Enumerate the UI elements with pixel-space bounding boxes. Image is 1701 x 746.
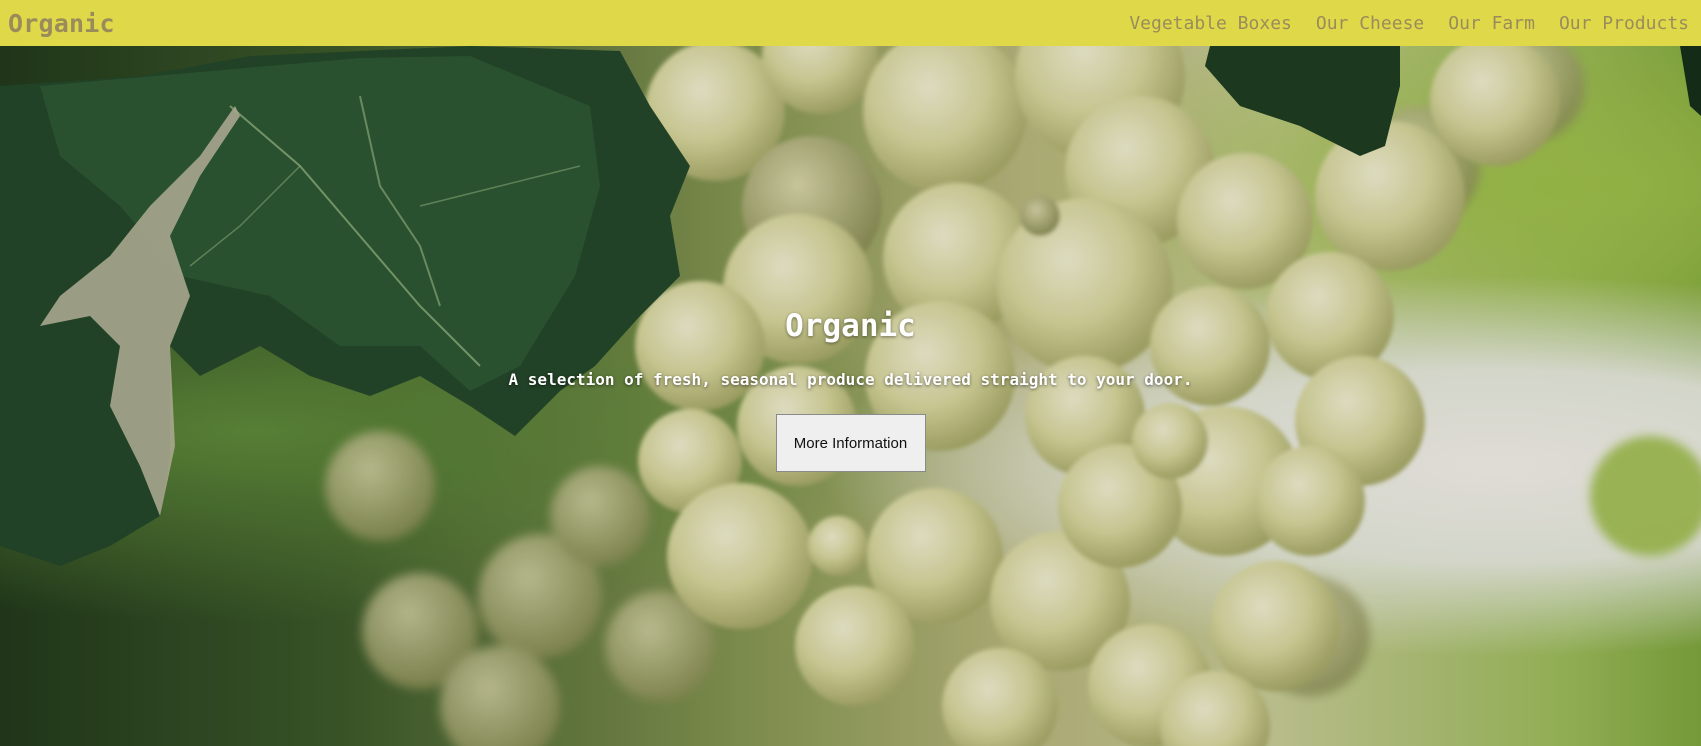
hero-subtitle: A selection of fresh, seasonal produce d… xyxy=(508,370,1193,389)
nav-our-farm[interactable]: Our Farm xyxy=(1448,13,1535,34)
more-information-button[interactable]: More Information xyxy=(775,414,926,472)
brand-logo[interactable]: Organic xyxy=(8,9,115,38)
hero-title: Organic xyxy=(785,308,916,344)
top-navbar: Organic Vegetable Boxes Our Cheese Our F… xyxy=(0,0,1701,46)
nav-vegetable-boxes[interactable]: Vegetable Boxes xyxy=(1129,13,1292,34)
hero-content: Organic A selection of fresh, seasonal p… xyxy=(0,46,1701,746)
main-nav: Vegetable Boxes Our Cheese Our Farm Our … xyxy=(1129,13,1689,34)
nav-our-cheese[interactable]: Our Cheese xyxy=(1316,13,1424,34)
nav-our-products[interactable]: Our Products xyxy=(1559,13,1689,34)
hero-section: Organic A selection of fresh, seasonal p… xyxy=(0,46,1701,746)
